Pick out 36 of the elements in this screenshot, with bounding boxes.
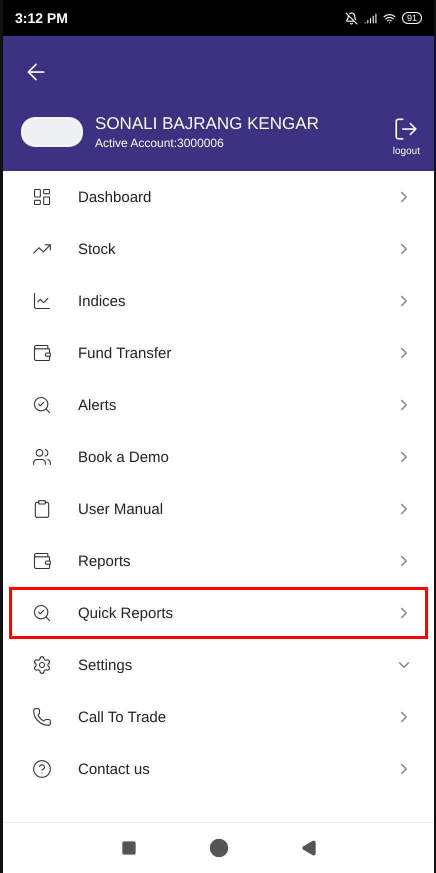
menu-item[interactable]: Fund Transfer: [9, 327, 428, 379]
wallet-icon: [32, 343, 52, 363]
menu-item[interactable]: User Manual: [9, 483, 428, 535]
home-button[interactable]: [208, 838, 228, 858]
battery-level: 91: [402, 12, 422, 24]
menu-item[interactable]: Call To Trade: [9, 691, 428, 743]
menu-item[interactable]: Indices: [9, 275, 428, 327]
recents-button[interactable]: [120, 840, 136, 856]
menu-item[interactable]: Contact us: [9, 743, 428, 795]
line-chart-icon: [32, 291, 52, 311]
chart-search-icon: [32, 395, 52, 415]
wifi-icon: [382, 12, 396, 24]
logout-button[interactable]: logout: [392, 116, 420, 157]
status-time: 3:12 PM: [15, 10, 68, 26]
clipboard-icon: [32, 499, 52, 519]
wallet-icon: [32, 551, 52, 571]
chart-thumbnail: [21, 116, 83, 146]
menu-item[interactable]: Settings: [9, 639, 428, 691]
chart-search-icon: [32, 603, 52, 623]
account-number: Active Account:3000006: [95, 136, 225, 150]
settings-icon: [32, 655, 52, 675]
phone-icon: [32, 707, 52, 727]
logout-icon: [393, 116, 420, 142]
menu-item[interactable]: Book a Demo: [9, 431, 428, 483]
bell-off-icon: [344, 12, 358, 24]
menu-item[interactable]: Stock: [9, 223, 428, 275]
help-icon: [32, 759, 52, 779]
people-icon: [32, 447, 52, 467]
menu-item[interactable]: Quick Reports: [9, 587, 428, 639]
menu-item[interactable]: Alerts: [9, 379, 428, 431]
signal-icon: [364, 12, 377, 24]
dashboard-icon: [32, 187, 52, 207]
back-nav-button[interactable]: [300, 840, 316, 856]
menu-item[interactable]: Dashboard: [9, 171, 428, 223]
user-name: SONALI BAJRANG KENGAR: [95, 114, 320, 134]
menu-item[interactable]: Reports: [9, 535, 428, 587]
